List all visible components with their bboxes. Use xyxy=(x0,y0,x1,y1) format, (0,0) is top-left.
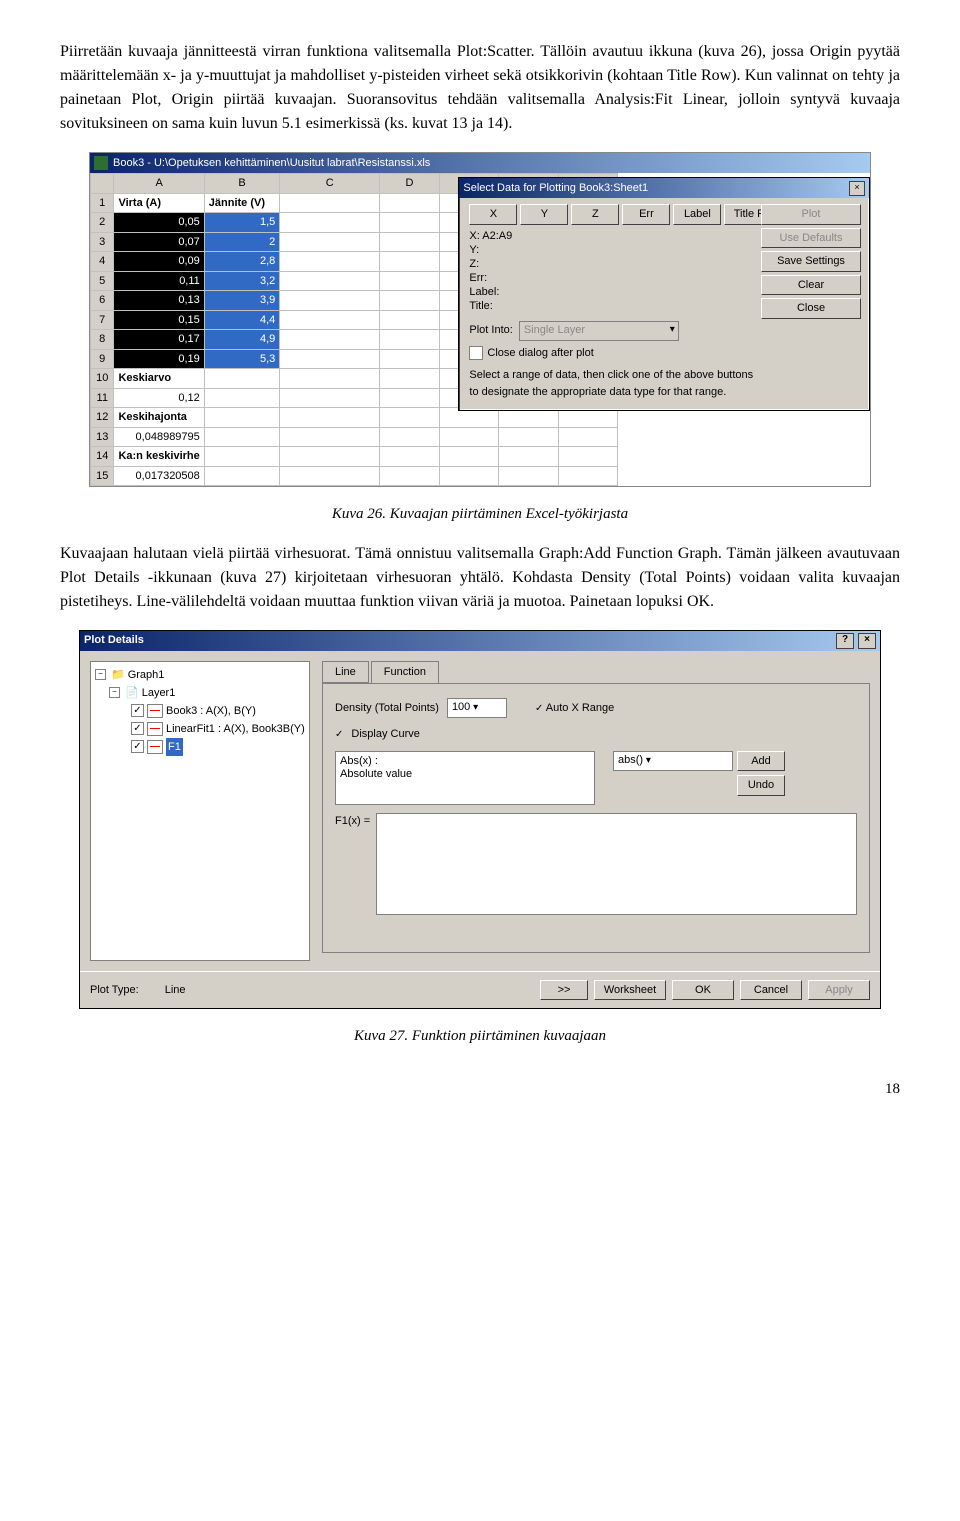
paragraph-1: Piirretään kuvaaja jännitteestä virran f… xyxy=(60,40,900,136)
y-button[interactable]: Y xyxy=(520,204,568,225)
close-after-plot-checkbox[interactable] xyxy=(469,346,483,360)
plot-item-3-check[interactable] xyxy=(131,740,144,753)
function-icon xyxy=(147,740,163,754)
plot-details-title: Plot Details xyxy=(84,632,144,649)
page-number: 18 xyxy=(60,1078,900,1101)
excel-icon xyxy=(94,156,108,170)
col-b[interactable]: B xyxy=(204,174,280,194)
display-curve-label: Display Curve xyxy=(351,726,419,743)
label-button[interactable]: Label xyxy=(673,204,721,225)
caption-1: Kuva 26. Kuvaajan piirtäminen Excel-työk… xyxy=(60,503,900,526)
tab-function[interactable]: Function xyxy=(371,661,439,684)
cancel-button[interactable]: Cancel xyxy=(740,980,802,1001)
select-data-dialog: Select Data for Plotting Book3:Sheet1 × … xyxy=(458,177,870,411)
worksheet-button[interactable]: Worksheet xyxy=(594,980,666,1001)
caption-2: Kuva 27. Funktion piirtäminen kuvaajaan xyxy=(60,1025,900,1048)
density-label: Density (Total Points) xyxy=(335,700,439,717)
clear-button[interactable]: Clear xyxy=(761,275,861,296)
close-icon[interactable]: × xyxy=(849,181,865,196)
err-button[interactable]: Err xyxy=(622,204,670,225)
workbook-titlebar: Book3 - U:\Opetuksen kehittäminen\Uusitu… xyxy=(90,153,870,173)
plot-details-titlebar: Plot Details ? × xyxy=(80,631,880,651)
expand-button[interactable]: >> xyxy=(540,980,588,1001)
f1-label: F1(x) = xyxy=(335,813,370,830)
ok-button[interactable]: OK xyxy=(672,980,734,1001)
close-after-plot-label: Close dialog after plot xyxy=(487,345,593,362)
plot-into-label: Plot Into: xyxy=(469,322,512,339)
close-icon[interactable]: × xyxy=(858,633,876,649)
dialog-titlebar: Select Data for Plotting Book3:Sheet1 × xyxy=(459,178,869,198)
plot-tree[interactable]: −📁 Graph1 −📄 Layer1 Book3 : A(X), B(Y) L… xyxy=(90,661,310,961)
hint-2: to designate the appropriate data type f… xyxy=(469,384,861,401)
plot-item-1-check[interactable] xyxy=(131,704,144,717)
autox-checkbox[interactable] xyxy=(535,702,543,714)
paragraph-2: Kuvaajaan halutaan vielä piirtää virhesu… xyxy=(60,542,900,614)
plot-item-2-check[interactable] xyxy=(131,722,144,735)
close-button[interactable]: Close xyxy=(761,298,861,319)
figure-plot-details: Plot Details ? × −📁 Graph1 −📄 Layer1 Boo… xyxy=(79,630,881,1010)
z-button[interactable]: Z xyxy=(571,204,619,225)
f1-textarea[interactable] xyxy=(376,813,857,915)
save-settings-button[interactable]: Save Settings xyxy=(761,251,861,272)
abs-infobox: Abs(x) : Absolute value xyxy=(335,751,595,805)
col-a[interactable]: A xyxy=(114,174,204,194)
add-button[interactable]: Add xyxy=(737,751,785,772)
autox-label: Auto X Range xyxy=(546,702,615,714)
figure-excel-origin: Book3 - U:\Opetuksen kehittäminen\Uusitu… xyxy=(89,152,871,487)
corner-cell[interactable] xyxy=(91,174,114,194)
abs-func-select[interactable]: abs() xyxy=(613,751,733,771)
undo-button[interactable]: Undo xyxy=(737,775,785,796)
apply-button[interactable]: Apply xyxy=(808,980,870,1001)
dialog-title: Select Data for Plotting Book3:Sheet1 xyxy=(463,180,648,197)
hint-1: Select a range of data, then click one o… xyxy=(469,367,861,384)
plot-icon xyxy=(147,704,163,718)
help-icon[interactable]: ? xyxy=(836,633,854,649)
plot-button[interactable]: Plot xyxy=(761,204,861,225)
display-curve-checkbox[interactable] xyxy=(335,726,343,743)
density-input[interactable]: 100 xyxy=(447,698,507,718)
plot-type-label: Plot Type: xyxy=(90,982,139,999)
tab-line[interactable]: Line xyxy=(322,661,369,684)
plot-icon xyxy=(147,722,163,736)
plot-type-value: Line xyxy=(165,982,186,999)
workbook-title: Book3 - U:\Opetuksen kehittäminen\Uusitu… xyxy=(113,155,430,172)
x-button[interactable]: X xyxy=(469,204,517,225)
defaults-button[interactable]: Use Defaults xyxy=(761,228,861,249)
plot-into-select[interactable]: Single Layer xyxy=(519,321,679,341)
col-c[interactable]: C xyxy=(280,174,380,194)
col-d[interactable]: D xyxy=(380,174,440,194)
